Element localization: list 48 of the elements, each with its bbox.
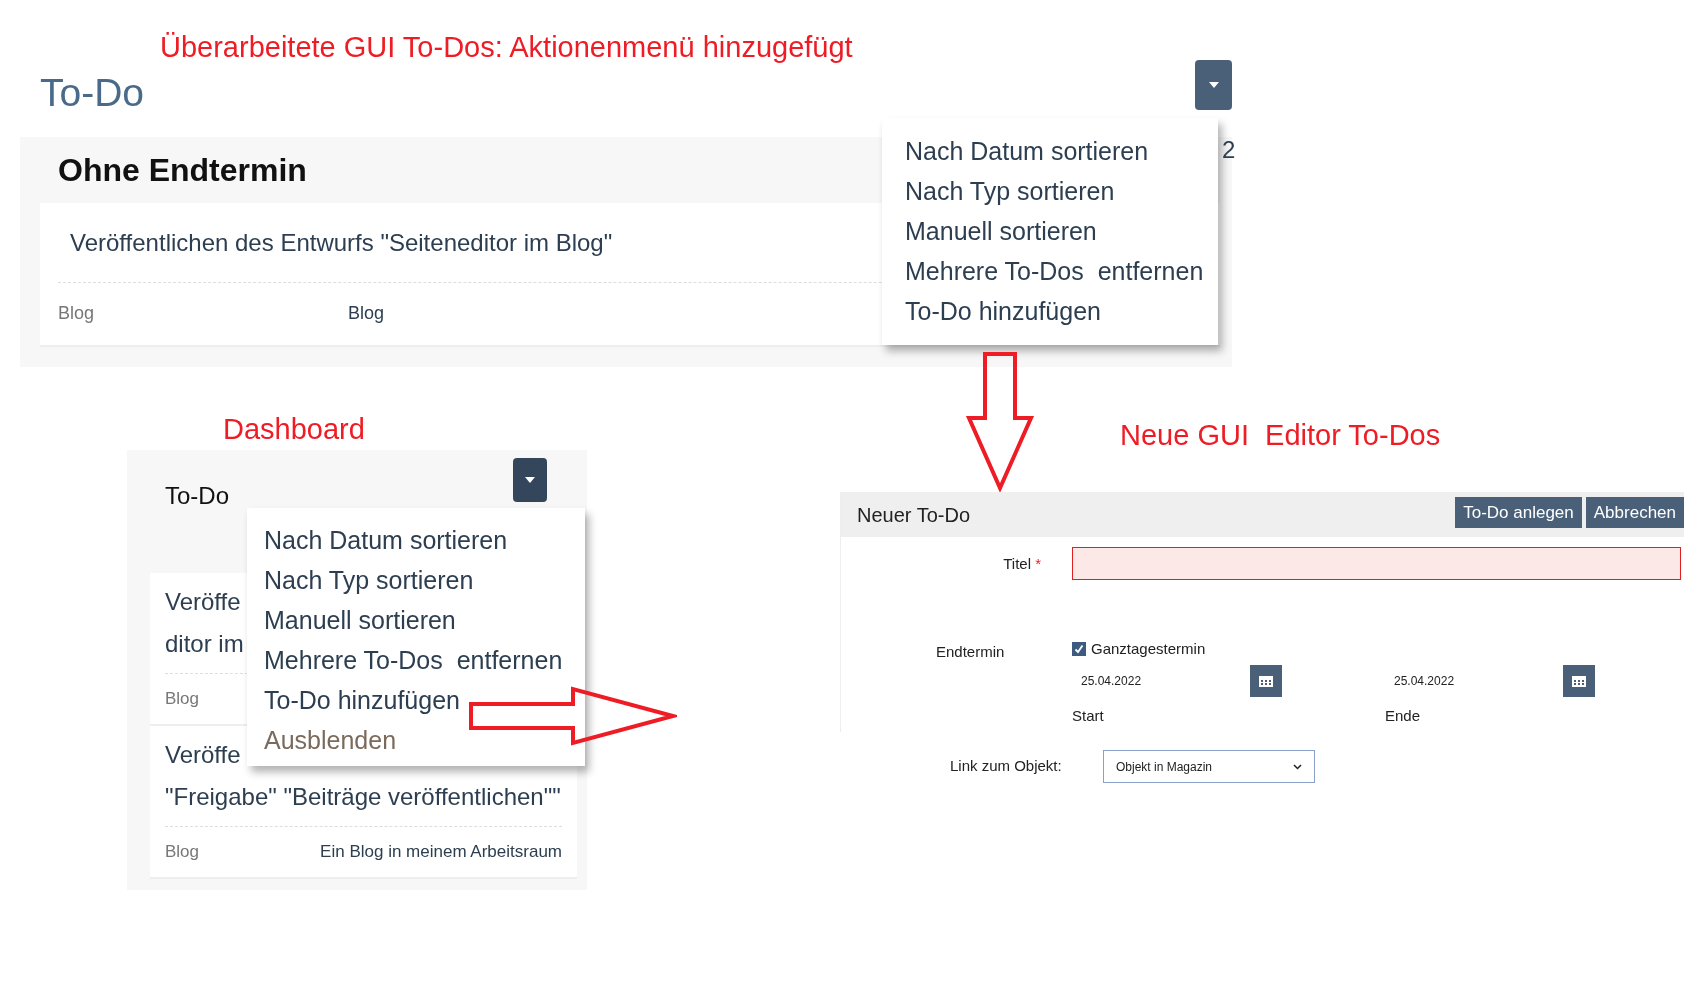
todo-type: Blog — [58, 301, 96, 325]
annotation-text: Dashboard — [223, 412, 365, 447]
menu-item[interactable]: Ausblenden — [249, 720, 585, 760]
annotation-text: Neue GUI Editor To-Dos — [1120, 418, 1441, 453]
date-label: Start — [1072, 705, 1105, 726]
todo-title[interactable]: "Freigabe" "Beiträge veröffentlichen"" — [165, 782, 562, 812]
action-button[interactable]: To-Do anlegen — [1455, 497, 1582, 528]
calendar-button[interactable] — [1250, 664, 1282, 697]
date-field[interactable]: 25.04.2022 — [1385, 671, 1455, 690]
calendar-icon — [1572, 674, 1586, 687]
menu-item[interactable]: Nach Typ sortieren — [249, 560, 585, 600]
caret-icon — [1208, 82, 1219, 88]
date-label: Ende — [1385, 705, 1422, 726]
menu-button[interactable] — [513, 458, 547, 502]
action-button[interactable]: Abbrechen — [1585, 497, 1684, 528]
date-field[interactable]: 25.04.2022 — [1072, 671, 1142, 690]
menu-item[interactable]: Mehrere To-Dos entfernen — [249, 640, 585, 680]
annotation-text: Überarbeitete GUI To-Dos: Aktionenmenü hinzugefügt — [160, 30, 853, 65]
section-title: Ohne Endtermin — [58, 151, 307, 190]
todo-title[interactable]: Veröffentlichen des Entwurfs "Seiteneditor im Blog" — [70, 224, 613, 261]
menu-item[interactable]: Nach Datum sortieren — [249, 520, 585, 560]
menu-item[interactable]: Nach Typ sortieren — [890, 171, 1218, 211]
menu-button[interactable] — [1195, 60, 1232, 110]
menu-item[interactable]: Manuell sortieren — [890, 211, 1218, 251]
widget-title: To-Do — [165, 482, 230, 509]
page-title: To-Do — [40, 70, 145, 116]
menu-item[interactable]: To-Do hinzufügen — [249, 680, 585, 720]
checkbox[interactable] — [1072, 642, 1086, 657]
todo-source: Blog — [348, 301, 385, 325]
menu-item[interactable]: Nach Datum sortieren — [890, 131, 1218, 171]
checkbox-label: Ganztagestermin — [1091, 639, 1206, 659]
field-label: Titel * — [1003, 554, 1041, 572]
editor-title: Neuer To-Do — [857, 502, 971, 528]
chevron-down-icon — [1293, 763, 1302, 770]
field-label: Endtermin — [936, 643, 1005, 660]
todo-type: Blog — [165, 841, 200, 864]
calendar-button[interactable] — [1563, 664, 1595, 697]
caret-icon — [525, 477, 535, 483]
field-label: Link zum Objekt: — [950, 756, 1063, 777]
todo-type: Blog — [165, 688, 200, 711]
menu-item[interactable]: Manuell sortieren — [249, 600, 585, 640]
object-select[interactable]: Objekt in Magazin — [1103, 750, 1315, 783]
title-input-field[interactable] — [1072, 547, 1681, 580]
todo-source: Ein Blog in meinem Arbeitsraum — [320, 841, 562, 864]
menu-item[interactable]: To-Do hinzufügen — [890, 291, 1218, 331]
calendar-icon — [1259, 674, 1273, 687]
count-text: 2 — [1222, 135, 1236, 165]
menu-item[interactable]: Mehrere To-Dos entfernen — [890, 251, 1218, 291]
